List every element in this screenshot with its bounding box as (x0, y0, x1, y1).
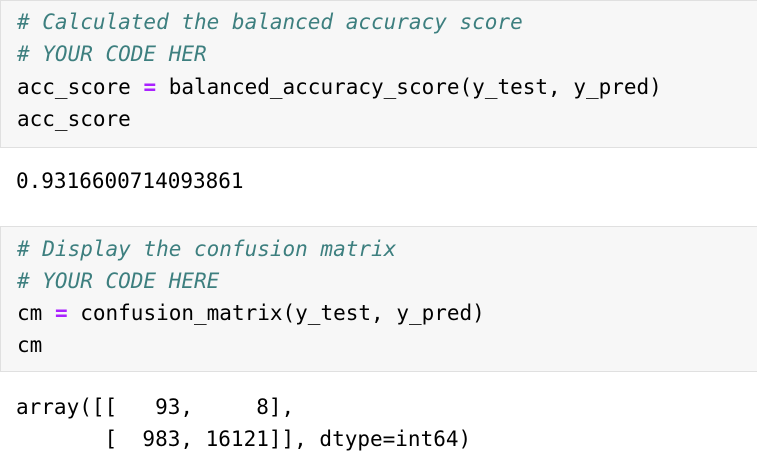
code-line: cm = confusion_matrix(y_test, y_pred) (17, 298, 485, 328)
code-cell-1-input[interactable]: # Calculated the balanced accuracy score… (0, 0, 757, 148)
cell-2-output-line: array([[ 93, 8], (16, 395, 295, 419)
cell-1-output: 0.9316600714093861 (16, 169, 244, 193)
code-lhs: cm (17, 301, 55, 325)
assignment-operator: = (54, 301, 68, 325)
code-comment: # Calculated the balanced accuracy score (17, 10, 523, 34)
cell-2-output-line: [ 983, 16121]], dtype=int64) (16, 427, 472, 451)
code-line: acc_score = balanced_accuracy_score(y_te… (17, 72, 662, 102)
code-comment: # Display the confusion matrix (17, 237, 397, 261)
code-comment: # YOUR CODE HER (17, 42, 207, 66)
code-comment: # YOUR CODE HERE (17, 269, 220, 293)
assignment-operator: = (143, 75, 157, 99)
code-rhs: confusion_matrix(y_test, y_pred) (67, 301, 485, 325)
code-line: cm (17, 333, 43, 357)
code-lhs: acc_score (17, 75, 144, 99)
code-line: acc_score (17, 107, 131, 131)
code-cell-2-input[interactable]: # Display the confusion matrix # YOUR CO… (0, 226, 757, 372)
code-rhs: balanced_accuracy_score(y_test, y_pred) (156, 75, 662, 99)
